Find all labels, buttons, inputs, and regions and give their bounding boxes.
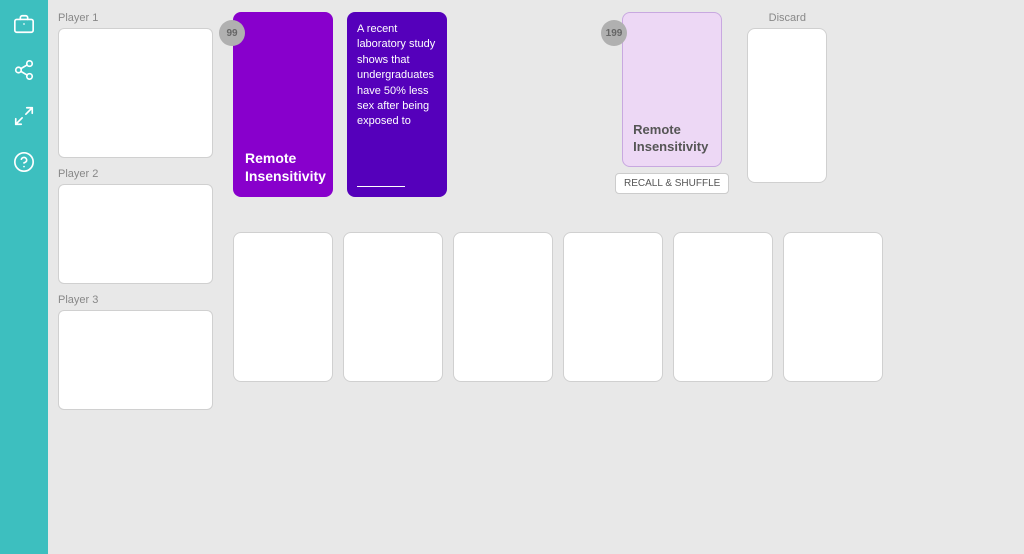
player-3-section: Player 3 xyxy=(58,294,213,410)
player-1-section: Player 1 xyxy=(58,12,213,158)
center-panel: 99 Remote Insensitivity A recent laborat… xyxy=(223,0,1024,554)
player-3-area xyxy=(58,310,213,410)
hand-card-6[interactable] xyxy=(783,232,883,382)
player-3-label: Player 3 xyxy=(58,294,213,306)
fullscreen-icon[interactable] xyxy=(10,102,38,130)
main-area: Player 1 Player 2 Player 3 99 Remote Ins… xyxy=(48,0,1024,554)
discard-label: Discard xyxy=(769,12,806,24)
hand-card-2[interactable] xyxy=(343,232,443,382)
blank-line xyxy=(357,186,405,187)
purple-deck-counter: 99 xyxy=(219,20,245,46)
question-card[interactable]: A recent laboratory study shows that und… xyxy=(347,12,447,197)
players-panel: Player 1 Player 2 Player 3 xyxy=(48,0,223,554)
purple-deck-area: 99 Remote Insensitivity xyxy=(233,12,333,197)
right-deck-label: Remote Insensitivity xyxy=(633,122,711,156)
right-deck-area: 199 Remote Insensitivity RECALL & SHUFFL… xyxy=(615,12,729,194)
purple-deck-card[interactable]: Remote Insensitivity xyxy=(233,12,333,197)
question-text: A recent laboratory study shows that und… xyxy=(357,22,437,130)
share-icon[interactable] xyxy=(10,56,38,84)
right-deck-counter: 199 xyxy=(601,20,627,46)
hand-card-3[interactable] xyxy=(453,232,553,382)
player-2-label: Player 2 xyxy=(58,168,213,180)
discard-card xyxy=(747,28,827,183)
hand-cards-row xyxy=(233,232,1014,382)
right-deck-card[interactable]: Remote Insensitivity xyxy=(622,12,722,167)
briefcase-icon[interactable] xyxy=(10,10,38,38)
hand-card-1[interactable] xyxy=(233,232,333,382)
help-icon[interactable] xyxy=(10,148,38,176)
player-2-section: Player 2 xyxy=(58,168,213,284)
discard-area: Discard xyxy=(747,12,827,183)
hand-card-4[interactable] xyxy=(563,232,663,382)
player-1-area xyxy=(58,28,213,158)
hand-card-5[interactable] xyxy=(673,232,773,382)
player-2-area xyxy=(58,184,213,284)
player-1-label: Player 1 xyxy=(58,12,213,24)
purple-deck-label: Remote Insensitivity xyxy=(245,149,326,185)
recall-shuffle-button[interactable]: RECALL & SHUFFLE xyxy=(615,173,729,194)
sidebar xyxy=(0,0,48,554)
top-row: 99 Remote Insensitivity A recent laborat… xyxy=(233,12,1014,222)
